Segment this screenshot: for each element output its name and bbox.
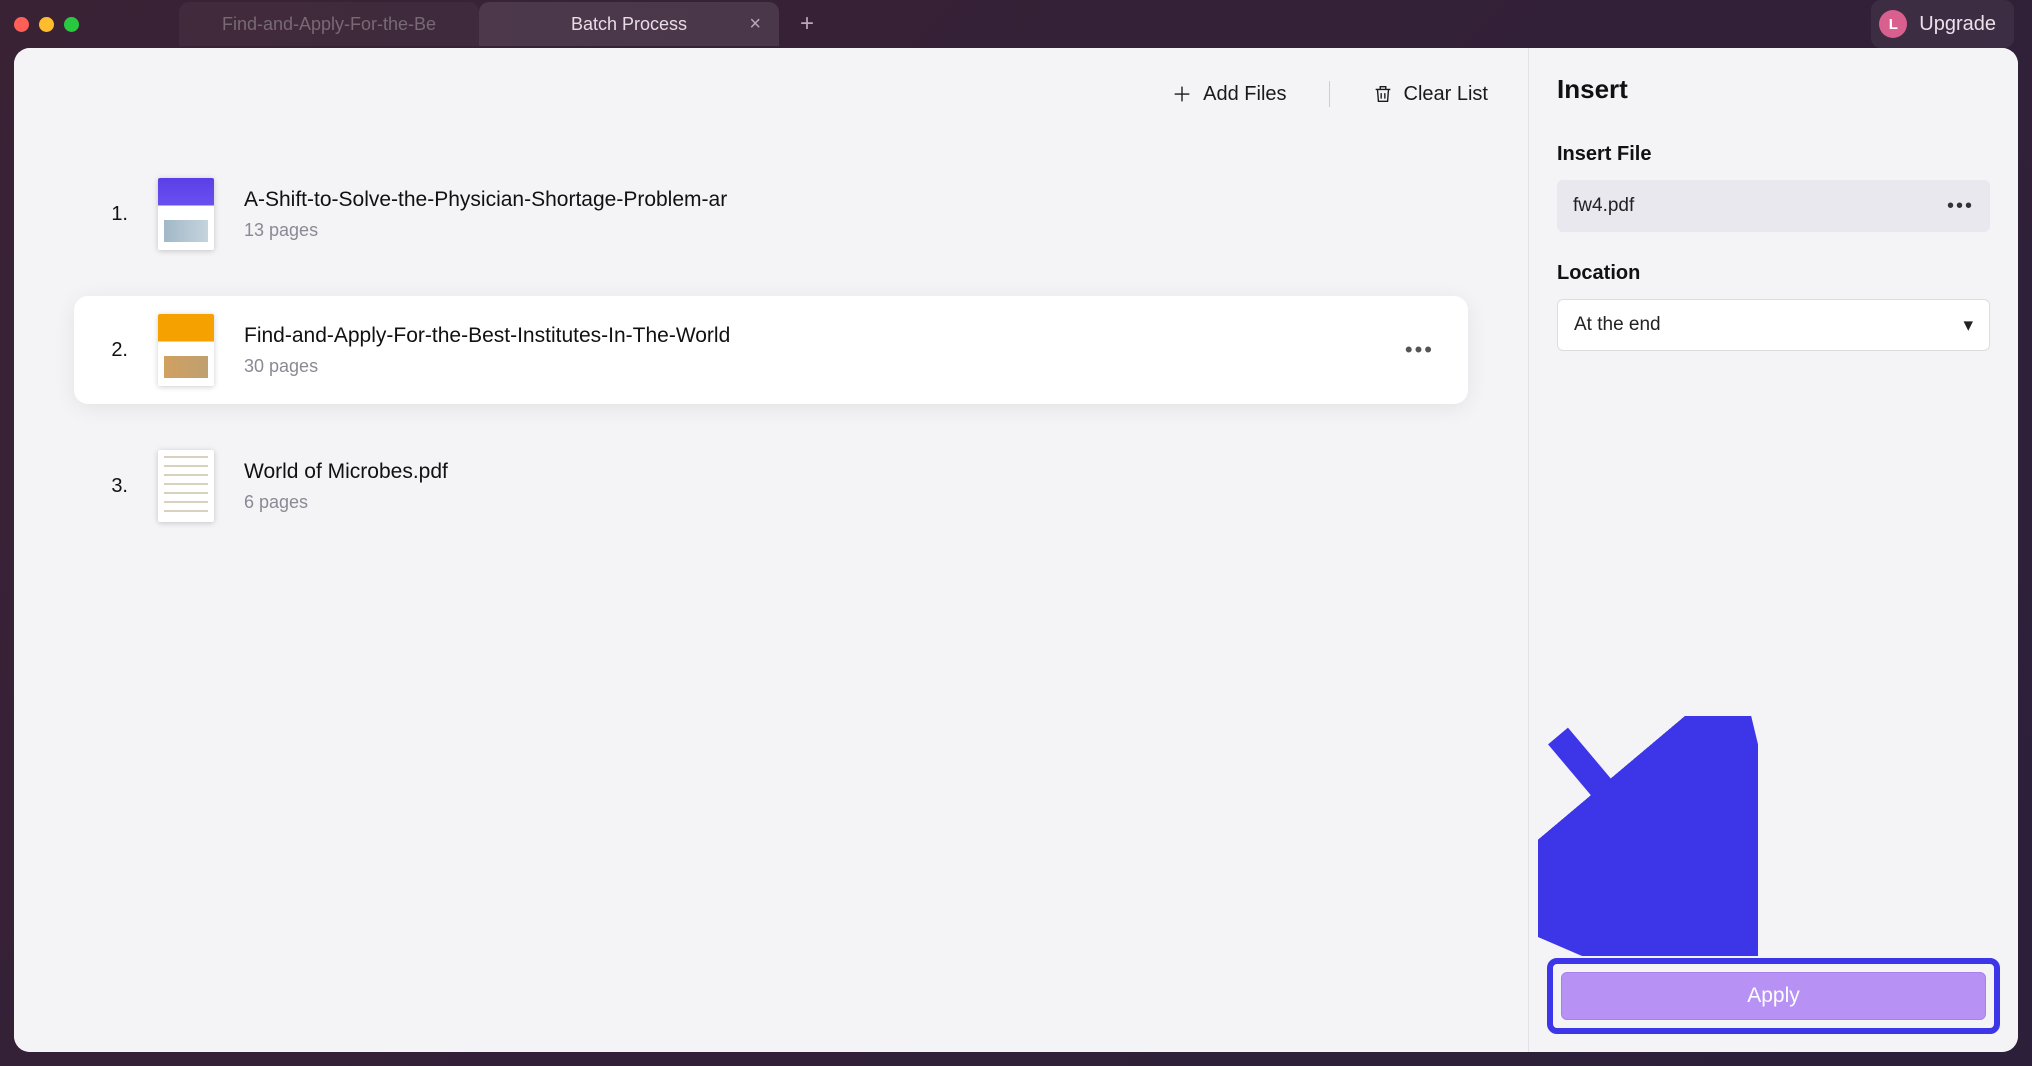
chevron-down-icon: ▾	[1963, 314, 1973, 337]
main-column: Add Files Clear List 1. A-Shift-to-Solve…	[14, 48, 1528, 1052]
apply-label: Apply	[1747, 984, 1800, 1007]
apply-button[interactable]: Apply	[1561, 972, 1986, 1020]
clear-list-button[interactable]: Clear List	[1372, 83, 1488, 106]
file-pages: 30 pages	[244, 356, 1367, 377]
close-window-button[interactable]	[14, 17, 29, 32]
new-tab-button[interactable]: +	[787, 4, 827, 44]
add-files-button[interactable]: Add Files	[1171, 83, 1286, 106]
row-index: 1.	[100, 203, 128, 226]
tab-bar: Find-and-Apply-For-the-Be Batch Process …	[179, 0, 827, 48]
avatar: L	[1879, 10, 1907, 38]
location-label: Location	[1557, 262, 1990, 285]
maximize-window-button[interactable]	[64, 17, 79, 32]
tab-label: Batch Process	[571, 14, 687, 35]
list-item[interactable]: 2. Find-and-Apply-For-the-Best-Institute…	[74, 296, 1468, 404]
tab-label: Find-and-Apply-For-the-Be	[222, 14, 436, 35]
sidebar-title: Insert	[1557, 74, 1990, 105]
titlebar: Find-and-Apply-For-the-Be Batch Process …	[0, 0, 2032, 48]
annotation-arrow-icon	[1538, 716, 1758, 956]
window-controls	[14, 17, 79, 32]
file-texts: A-Shift-to-Solve-the-Physician-Shortage-…	[244, 188, 1442, 241]
file-texts: Find-and-Apply-For-the-Best-Institutes-I…	[244, 324, 1367, 377]
row-index: 2.	[100, 339, 128, 362]
file-pages: 6 pages	[244, 492, 1442, 513]
plus-icon	[1171, 83, 1193, 105]
close-tab-icon[interactable]: ×	[749, 13, 761, 36]
location-select[interactable]: At the end ▾	[1557, 299, 1990, 351]
list-item[interactable]: 3. World of Microbes.pdf 6 pages	[74, 432, 1468, 540]
row-more-button[interactable]: •••	[1397, 337, 1442, 363]
sidebar: Insert Insert File fw4.pdf ••• Location …	[1528, 48, 2018, 1052]
row-index: 3.	[100, 475, 128, 498]
tab-active[interactable]: Batch Process ×	[479, 2, 779, 46]
avatar-initial: L	[1889, 16, 1898, 33]
clear-list-label: Clear List	[1404, 83, 1488, 106]
list-item[interactable]: 1. A-Shift-to-Solve-the-Physician-Shorta…	[74, 160, 1468, 268]
file-title: World of Microbes.pdf	[244, 460, 1442, 484]
trash-icon	[1372, 83, 1394, 105]
file-thumbnail	[158, 178, 214, 250]
upgrade-button[interactable]: L Upgrade	[1871, 0, 2014, 48]
file-thumbnail	[158, 450, 214, 522]
minimize-window-button[interactable]	[39, 17, 54, 32]
location-value: At the end	[1574, 314, 1661, 336]
toolbar-divider	[1329, 81, 1330, 107]
file-title: Find-and-Apply-For-the-Best-Institutes-I…	[244, 324, 1367, 348]
toolbar: Add Files Clear List	[14, 48, 1528, 140]
insert-file-field[interactable]: fw4.pdf •••	[1557, 180, 1990, 232]
insert-file-label: Insert File	[1557, 143, 1990, 166]
file-list: 1. A-Shift-to-Solve-the-Physician-Shorta…	[14, 140, 1528, 560]
upgrade-label: Upgrade	[1919, 13, 1996, 36]
tab-inactive[interactable]: Find-and-Apply-For-the-Be	[179, 2, 479, 46]
insert-file-value: fw4.pdf	[1573, 195, 1634, 217]
file-thumbnail	[158, 314, 214, 386]
file-pages: 13 pages	[244, 220, 1442, 241]
app-window: Add Files Clear List 1. A-Shift-to-Solve…	[14, 48, 2018, 1052]
file-texts: World of Microbes.pdf 6 pages	[244, 460, 1442, 513]
add-files-label: Add Files	[1203, 83, 1286, 106]
apply-highlight: Apply	[1547, 958, 2000, 1034]
browse-icon[interactable]: •••	[1947, 195, 1974, 218]
file-title: A-Shift-to-Solve-the-Physician-Shortage-…	[244, 188, 1442, 212]
